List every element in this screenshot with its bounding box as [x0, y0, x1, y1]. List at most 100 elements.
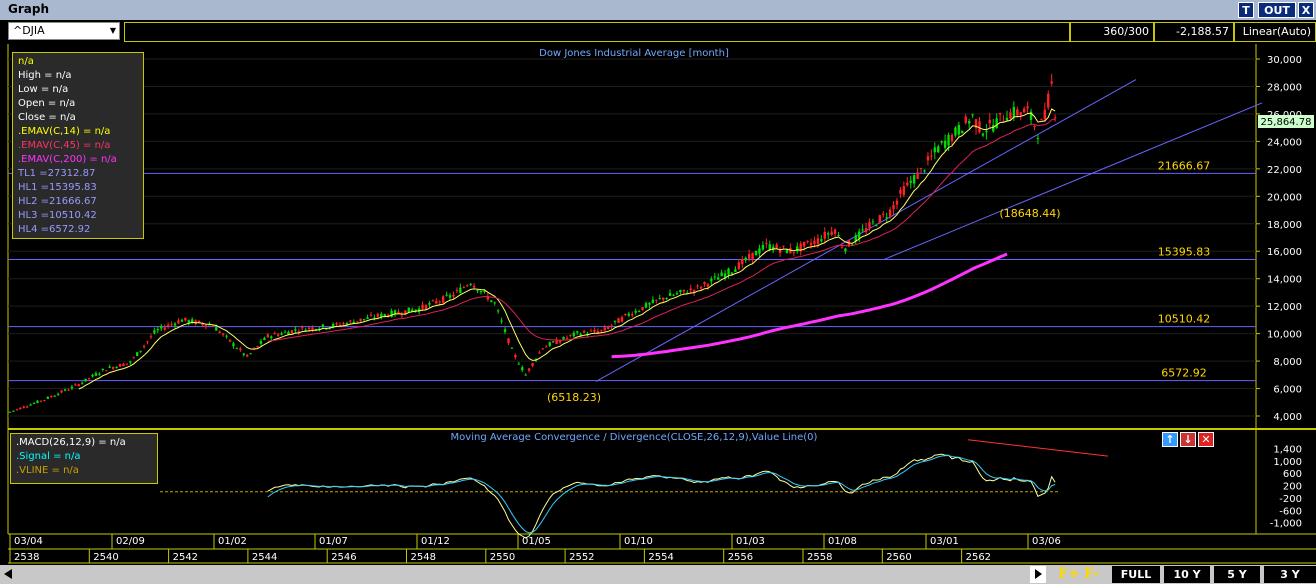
candle-body	[593, 329, 596, 332]
symbol-value: ^DJIA	[13, 24, 45, 37]
candle-body	[12, 410, 15, 412]
candle-body	[235, 348, 239, 350]
candle-body	[844, 248, 847, 252]
candle-body	[170, 324, 173, 326]
candle-body	[613, 320, 617, 322]
macd-y-tick-label: -1,000	[1270, 519, 1302, 530]
candle-body	[331, 323, 335, 327]
candle-body	[565, 337, 569, 339]
candle-body	[136, 352, 139, 356]
close-panel-icon[interactable]: ✕	[1198, 432, 1214, 447]
candle-body	[1016, 109, 1019, 116]
legend-entry: Low = n/a	[18, 84, 69, 95]
candle-body	[521, 367, 524, 371]
candle-body	[383, 314, 386, 316]
5y-button[interactable]: 5 Y	[1214, 566, 1260, 583]
candle-body	[111, 367, 115, 369]
candle-body	[916, 172, 919, 179]
candle-body	[356, 321, 359, 323]
candle-body	[582, 330, 586, 333]
candle-body	[624, 313, 627, 316]
zoom-in-button[interactable]: F+	[1058, 566, 1080, 583]
candle-body	[428, 303, 431, 305]
chevron-down-icon[interactable]: ▼	[110, 23, 116, 39]
candle-body	[156, 329, 160, 331]
scroll-right-button[interactable]	[1030, 566, 1046, 583]
y-tick-label: 10,000	[1267, 330, 1302, 341]
candle-body	[263, 337, 266, 341]
candle-body	[448, 295, 452, 298]
candle-body	[823, 232, 826, 239]
candle-body	[280, 333, 283, 335]
candle-body	[562, 336, 565, 340]
candle-body	[105, 370, 108, 372]
macd-legend: .MACD(26,12,9) = n/a .Signal = n/a .VLINE …	[10, 433, 158, 484]
candle-body	[895, 200, 899, 205]
candle-body	[1053, 117, 1057, 119]
10y-button[interactable]: 10 Y	[1164, 566, 1210, 583]
candle-body	[1022, 108, 1026, 113]
candle-body	[634, 310, 637, 313]
candle-body	[782, 245, 785, 247]
candle-body	[981, 133, 985, 136]
candle-body	[290, 330, 294, 334]
candle-body	[706, 284, 710, 287]
close-button[interactable]: X	[1298, 2, 1314, 18]
candle-body	[1043, 109, 1047, 120]
candle-body	[15, 409, 19, 411]
zoom-out-button[interactable]: F-	[1084, 566, 1106, 583]
candle-body	[627, 313, 631, 316]
candle-body	[816, 238, 820, 244]
candle-body	[462, 287, 466, 289]
y-tick-label: 24,000	[1267, 137, 1302, 148]
candle-body	[689, 288, 692, 291]
scroll-left-icon[interactable]	[4, 569, 12, 579]
candle-body	[438, 301, 441, 303]
candle-body	[266, 334, 270, 338]
candle-body	[754, 250, 758, 256]
candle-body	[472, 285, 476, 288]
move-down-icon[interactable]: ↓	[1180, 432, 1196, 447]
candle-body	[641, 307, 644, 311]
candle-body	[160, 325, 163, 329]
candle-body	[221, 333, 225, 335]
candle-body	[878, 215, 881, 223]
candle-body	[132, 357, 135, 359]
candle-body	[77, 384, 80, 387]
candle-body	[576, 331, 579, 333]
x-label-top: 03/01	[930, 536, 959, 547]
candle-body	[644, 303, 648, 308]
candle-body	[435, 300, 438, 304]
full-button[interactable]: FULL	[1112, 566, 1160, 583]
move-up-icon[interactable]: ↑	[1162, 432, 1178, 447]
candle-body	[631, 314, 634, 316]
window-titlebar: Graph	[0, 0, 1316, 20]
legend-entry: High = n/a	[18, 70, 72, 81]
t-button[interactable]: T	[1238, 2, 1254, 18]
out-button[interactable]: OUT	[1258, 2, 1296, 18]
candle-body	[857, 231, 861, 239]
candle-body	[744, 257, 747, 261]
candle-body	[493, 302, 496, 304]
last-price: 25,864.78	[1261, 117, 1312, 128]
scale-mode[interactable]: Linear(Auto)	[1234, 22, 1316, 42]
candle-body	[837, 235, 840, 237]
candle-body	[225, 335, 228, 337]
candle-body	[802, 241, 806, 247]
candle-body	[142, 345, 146, 347]
candle-body	[1012, 106, 1016, 118]
candle-body	[53, 395, 56, 397]
candle-body	[359, 318, 362, 322]
candle-body	[985, 131, 988, 133]
candle-body	[792, 252, 796, 254]
legend-entry: n/a	[18, 56, 34, 67]
3y-button[interactable]: 3 Y	[1264, 566, 1316, 583]
symbol-select[interactable]: ^DJIA ▼	[8, 22, 120, 40]
price-chart[interactable]: 21666.67 15395.83 10510.42 6572.92 1,400 1,0…	[0, 44, 1316, 564]
candle-body	[830, 231, 833, 235]
annotation-mid: (18648.44)	[999, 207, 1060, 220]
candle-body	[919, 168, 923, 170]
legend-entry: .EMAV(C,14) = n/a	[18, 126, 111, 137]
y-tick-label: 4,000	[1273, 412, 1302, 423]
candle-body	[91, 374, 94, 377]
